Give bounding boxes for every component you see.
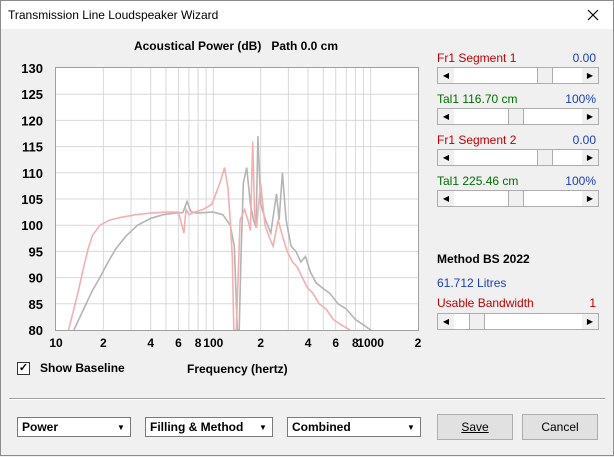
usable-bandwidth-label: Usable Bandwidth [437, 296, 534, 310]
title-bar: Transmission Line Loudspeaker Wizard [1, 1, 613, 29]
y-tick-label: 130 [21, 61, 43, 76]
x-tick-label: 2 [415, 336, 422, 350]
dropdown-arrow-icon[interactable]: ▼ [114, 420, 128, 434]
segment2-value: 0.00 [572, 133, 596, 147]
tal1-slider[interactable]: ◀ ▶ [437, 108, 599, 125]
x-tick-label: 10 [49, 336, 63, 350]
segment2-label: Fr1 Segment 2 [437, 133, 517, 147]
x-axis-label: Frequency (hertz) [187, 362, 288, 376]
filling-method-select-value: Filling & Method [150, 420, 244, 434]
show-baseline-label: Show Baseline [40, 361, 125, 375]
y-tick-label: 90 [29, 271, 43, 286]
x-tick-label: 6 [332, 336, 339, 350]
x-tick-label: 4 [305, 336, 312, 350]
arrow-left-icon[interactable]: ◀ [438, 109, 454, 124]
arrow-right-icon[interactable]: ▶ [582, 150, 598, 165]
usable-bandwidth-value: 1 [589, 296, 596, 310]
cancel-button-label: Cancel [541, 420, 579, 434]
y-tick-label: 80 [29, 323, 43, 338]
arrow-right-icon[interactable]: ▶ [582, 68, 598, 83]
arrow-right-icon[interactable]: ▶ [582, 191, 598, 206]
plot-area [55, 67, 419, 331]
y-tick-label: 125 [21, 87, 43, 102]
y-tick-label: 100 [21, 218, 43, 233]
tal2-value: 100% [565, 174, 596, 188]
x-tick-label: 8 [195, 336, 202, 350]
tal2-label: Tal1 225.46 cm [437, 174, 519, 188]
divider [9, 398, 605, 400]
window-title: Transmission Line Loudspeaker Wizard [8, 8, 219, 22]
x-tick-label: 6 [175, 336, 182, 350]
method-label: Method BS 2022 [437, 252, 530, 266]
y-tick-label: 115 [22, 140, 43, 155]
power-select-value: Power [22, 420, 59, 434]
y-tick-label: 110 [22, 166, 43, 181]
bandwidth-slider[interactable]: ◀ ▶ [437, 313, 599, 330]
segment1-slider[interactable]: ◀ ▶ [437, 67, 599, 84]
arrow-left-icon[interactable]: ◀ [438, 150, 454, 165]
dropdown-arrow-icon[interactable]: ▼ [256, 420, 270, 434]
tal1-label: Tal1 116.70 cm [437, 92, 518, 106]
x-tick-label: 2 [100, 336, 107, 350]
y-tick-label: 95 [29, 244, 43, 259]
x-tick-label: 4 [147, 336, 154, 350]
tal2-slider-thumb[interactable] [507, 191, 524, 206]
arrow-left-icon[interactable]: ◀ [438, 191, 454, 206]
wizard-window: Transmission Line Loudspeaker Wizard Aco… [0, 0, 614, 456]
segment1-slider-thumb[interactable] [536, 68, 553, 83]
combined-select[interactable]: Combined ▼ [287, 417, 421, 437]
combined-select-value: Combined [292, 420, 351, 434]
arrow-left-icon[interactable]: ◀ [438, 314, 454, 329]
power-select[interactable]: Power ▼ [17, 417, 131, 437]
show-baseline-checkbox[interactable]: ✓ [17, 361, 30, 375]
chart-title: Acoustical Power (dB) Path 0.0 cm [133, 39, 339, 53]
x-tick-label: 1000 [357, 336, 384, 350]
close-icon[interactable] [579, 5, 607, 25]
show-baseline-row[interactable]: ✓ Show Baseline [17, 361, 125, 375]
x-tick-label: 8 [352, 336, 359, 350]
segment1-value: 0.00 [572, 51, 596, 65]
tal2-slider[interactable]: ◀ ▶ [437, 190, 599, 207]
y-tick-label: 120 [21, 113, 43, 128]
segment2-slider-thumb[interactable] [536, 150, 553, 165]
dropdown-arrow-icon[interactable]: ▼ [404, 420, 418, 434]
bandwidth-slider-thumb[interactable] [468, 314, 485, 329]
x-tick-label: 100 [203, 336, 223, 350]
y-tick-label: 85 [29, 297, 43, 312]
tal1-slider-thumb[interactable] [507, 109, 524, 124]
save-button[interactable]: Save [437, 414, 513, 440]
save-button-label: Save [461, 420, 489, 434]
arrow-right-icon[interactable]: ▶ [582, 109, 598, 124]
segment1-label: Fr1 Segment 1 [437, 51, 517, 65]
volume-litres: 61.712 Litres [437, 276, 507, 290]
x-tick-label: 2 [257, 336, 264, 350]
segment2-slider[interactable]: ◀ ▶ [437, 149, 599, 166]
arrow-left-icon[interactable]: ◀ [438, 68, 454, 83]
y-tick-label: 105 [21, 192, 43, 207]
filling-method-select[interactable]: Filling & Method ▼ [145, 417, 273, 437]
tal1-value: 100% [565, 92, 596, 106]
cancel-button[interactable]: Cancel [522, 414, 598, 440]
arrow-right-icon[interactable]: ▶ [582, 314, 598, 329]
